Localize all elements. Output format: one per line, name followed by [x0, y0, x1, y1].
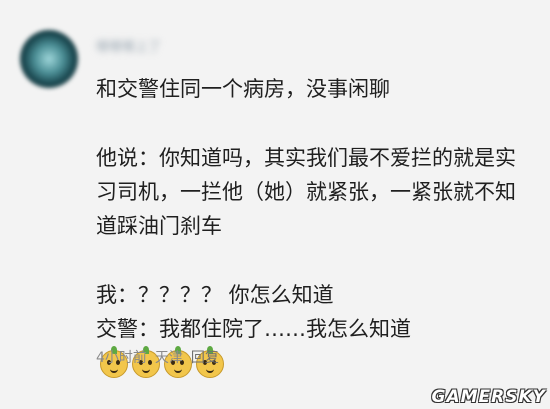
reply-button[interactable]: 回复: [191, 347, 219, 367]
comment-line-last: 交警：我都住院了……我怎么知道: [96, 312, 536, 380]
comment-line: 道踩油门刹车: [96, 214, 222, 238]
user-avatar[interactable]: [20, 30, 78, 88]
comment-line: 习司机，一拦他（她）就紧张，一紧张就不知: [96, 180, 516, 204]
comment-line: 我：？？？？ 你怎么知道: [96, 283, 334, 307]
comment-line: 他说：你知道吗，其实我们最不爱拦的就是实: [96, 146, 516, 170]
comment-meta: 4小时前 天津 回复: [96, 347, 219, 367]
comment-line: 和交警住同一个病房，没事闲聊: [96, 77, 390, 101]
username[interactable]: 哪哪哪上了: [96, 38, 204, 55]
watermark: GAMERSKY: [431, 387, 546, 407]
username-text: 哪哪哪上了: [96, 39, 162, 55]
comment-body: 和交警住同一个病房，没事闲聊 他说：你知道吗，其实我们最不爱拦的就是实 习司机，…: [96, 72, 536, 380]
comment-location: 天津: [154, 350, 183, 366]
comment-line-text: 交警：我都住院了……我怎么知道: [96, 317, 411, 341]
comment-time: 4小时前: [96, 350, 147, 366]
